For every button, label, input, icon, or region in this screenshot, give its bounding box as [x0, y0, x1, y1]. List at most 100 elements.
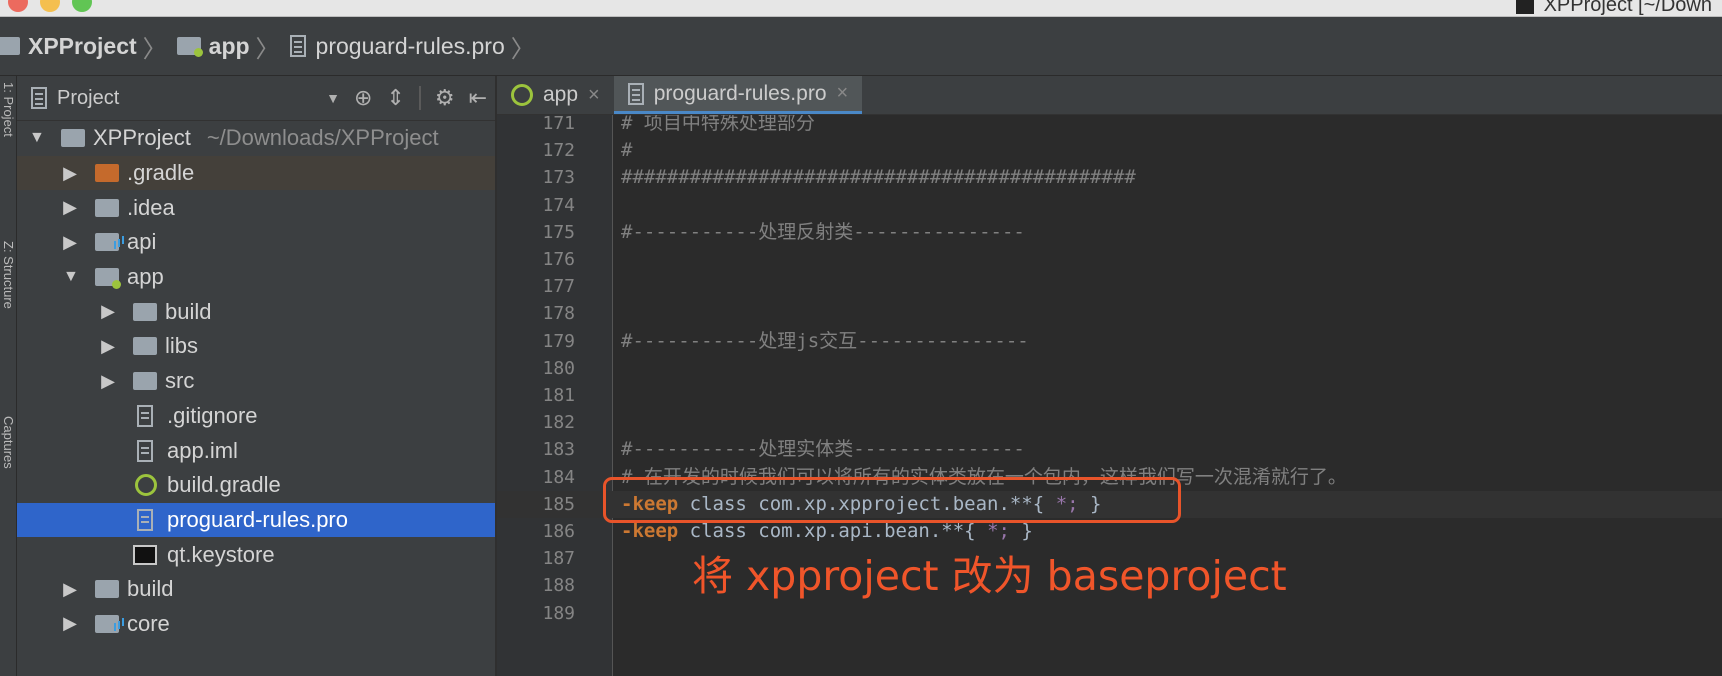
code-line[interactable]: 183 #-----------处理实体类--------------- [497, 436, 1722, 463]
code-line[interactable]: 182 [497, 409, 1722, 436]
code-line[interactable]: 171 # 项目中特殊处理部分 [497, 115, 1722, 137]
line-number: 183 [542, 439, 575, 461]
tree-item[interactable]: qt.keystore [17, 537, 495, 572]
line-number: 186 [542, 521, 575, 542]
library-folder-icon [95, 614, 119, 633]
gear-icon[interactable]: ⚙ [435, 85, 455, 111]
tree-item[interactable]: proguard-rules.pro [17, 502, 495, 538]
expanded-arrow-icon[interactable]: ▼ [29, 129, 45, 147]
tree-item-label: .gitignore [167, 402, 258, 428]
breadcrumb-file[interactable]: proguard-rules.pro 〉 [289, 29, 535, 64]
collapsed-arrow-icon[interactable]: ▶ [63, 232, 77, 253]
tab-label: proguard-rules.pro [653, 81, 827, 105]
captures-tool-tab[interactable]: Captures [0, 416, 16, 469]
expanded-arrow-icon[interactable]: ▼ [63, 268, 79, 286]
gradle-icon [135, 474, 157, 497]
window-title: XPProject [~/Down [1515, 0, 1712, 17]
tree-item[interactable]: ▶ .gradle [17, 155, 495, 191]
tree-item[interactable]: ▶ src [17, 364, 495, 399]
text-file-icon [289, 35, 306, 57]
tree-item-label: libs [165, 333, 199, 359]
line-number: 173 [542, 167, 575, 189]
tab-app[interactable]: app × [497, 76, 614, 114]
code-text: #-----------处理实体类--------------- [621, 438, 1025, 461]
code-line[interactable]: 176 [497, 246, 1722, 273]
minimize-window-button[interactable] [40, 0, 60, 12]
tree-item[interactable]: .gitignore [17, 399, 495, 434]
tree-item[interactable]: build.gradle [17, 468, 495, 503]
line-number: 188 [542, 575, 575, 597]
tree-item-path-hint: ~/Downloads/XPProject [206, 125, 439, 151]
tree-item[interactable]: ▶ .idea [17, 190, 495, 225]
tree-item[interactable]: ▶ libs [17, 329, 495, 364]
collapsed-arrow-icon[interactable]: ▶ [63, 163, 77, 184]
code-line[interactable]: 189 [497, 600, 1722, 627]
code-line[interactable]: 173 #####################################… [497, 164, 1722, 191]
breadcrumb-separator: 〉 [142, 35, 167, 63]
tree-item-label: app [127, 264, 164, 290]
tree-item[interactable]: ▶ build [17, 572, 495, 607]
editor-tab-bar: app × proguard-rules.pro × [497, 76, 1722, 115]
code-text: #-----------处理反射类--------------- [621, 220, 1025, 243]
code-line[interactable]: 175 #-----------处理反射类--------------- [497, 219, 1722, 246]
collapsed-arrow-icon[interactable]: ▶ [63, 579, 77, 600]
tree-item-label: build [127, 576, 174, 602]
close-tab-icon[interactable]: × [588, 84, 600, 107]
collapsed-arrow-icon[interactable]: ▶ [101, 371, 115, 392]
project-folder-icon [61, 129, 85, 148]
window-title-text: XPProject [~/Down [1543, 0, 1712, 16]
collapsed-arrow-icon[interactable]: ▶ [63, 197, 77, 218]
line-number: 179 [542, 330, 575, 352]
tree-item-label: build.gradle [167, 472, 281, 498]
tree-item[interactable]: app.iml [17, 433, 495, 468]
collapsed-arrow-icon[interactable]: ▶ [101, 336, 115, 357]
code-line[interactable]: 178 [497, 300, 1722, 327]
breadcrumb-project[interactable]: XPProject 〉 [0, 29, 167, 64]
close-window-button[interactable] [8, 0, 28, 12]
dropdown-icon[interactable]: ▼ [326, 90, 340, 106]
tree-item[interactable]: ▼ XPProject ~/Downloads/XPProject [17, 121, 495, 156]
toolbar-divider [418, 86, 421, 110]
target-icon[interactable]: ⊕ [354, 85, 372, 111]
tree-item-label: api [127, 229, 157, 255]
code-line[interactable]: 180 [497, 355, 1722, 382]
tree-item[interactable]: ▶ core [17, 607, 495, 642]
collapse-icon[interactable]: ⇕ [386, 85, 404, 111]
code-keyword: -keep [621, 520, 679, 542]
tab-proguard-rules[interactable]: proguard-rules.pro × [613, 76, 863, 114]
code-line[interactable]: 174 [497, 192, 1722, 219]
breadcrumb-app[interactable]: app 〉 [176, 29, 280, 64]
line-number: 185 [542, 493, 575, 515]
folder-icon [95, 198, 119, 217]
line-number: 178 [542, 303, 575, 325]
hide-icon[interactable]: ⇤ [469, 85, 487, 111]
line-number: 182 [542, 412, 575, 434]
line-number: 187 [542, 548, 575, 570]
library-folder-icon [95, 233, 119, 252]
code-line[interactable]: 181 [497, 382, 1722, 409]
tree-item[interactable]: ▶ api [17, 225, 495, 260]
code-text: # 项目中特殊处理部分 [621, 115, 815, 134]
tab-label: app [543, 83, 579, 106]
breadcrumb-separator: 〉 [255, 35, 280, 63]
line-number: 189 [542, 602, 575, 624]
structure-tool-tab[interactable]: Z: Structure [0, 241, 16, 309]
app-icon [1515, 0, 1534, 14]
code-line[interactable]: 179 #-----------处理js交互--------------- [497, 328, 1722, 355]
project-panel-title[interactable]: Project [57, 87, 119, 110]
code-plain: class com.xp.api.bean.**{ [678, 520, 988, 542]
tree-item[interactable]: ▼ app [17, 260, 495, 295]
tree-item[interactable]: ▶ build [17, 294, 495, 329]
close-tab-icon[interactable]: × [837, 82, 849, 105]
code-line[interactable]: 177 [497, 273, 1722, 300]
code-line[interactable]: 172 # [497, 137, 1722, 164]
collapsed-arrow-icon[interactable]: ▶ [101, 301, 115, 322]
tree-item-label: build [165, 298, 212, 324]
collapsed-arrow-icon[interactable]: ▶ [63, 613, 77, 634]
line-number: 180 [542, 357, 575, 379]
navigation-bar: XPProject 〉 app 〉 proguard-rules.pro 〉 [0, 17, 1722, 76]
text-file-icon [627, 82, 644, 105]
project-tool-tab[interactable]: 1: Project [0, 82, 16, 137]
zoom-window-button[interactable] [72, 0, 92, 12]
breadcrumb-separator: 〉 [510, 35, 535, 63]
